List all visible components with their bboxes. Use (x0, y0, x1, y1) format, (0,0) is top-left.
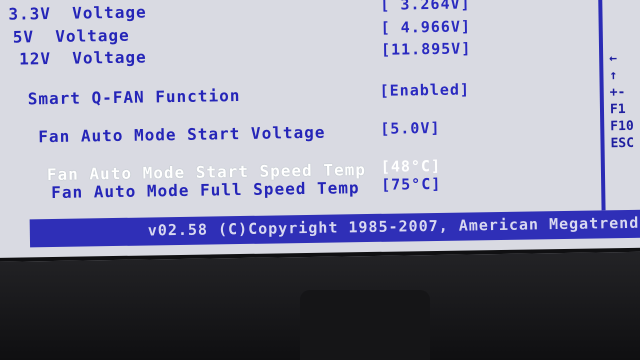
voltage-12v-value: [11.895V] (380, 39, 472, 59)
smart-qfan-label[interactable]: Smart Q-FAN Function (28, 86, 241, 108)
plus-minus-key: +- (609, 84, 626, 101)
voltage-3v3-label: 3.3V Voltage (8, 2, 147, 24)
smart-qfan-value[interactable]: [Enabled] (380, 80, 471, 99)
bios-screen: 3.3V Voltage [ 3.264V] 5V Voltage [ 4.96… (0, 0, 640, 262)
voltage-12v-label: 12V Voltage (18, 47, 147, 69)
voltage-3v3-value: [ 3.264V] (380, 0, 471, 14)
fan-start-voltage-label[interactable]: Fan Auto Mode Start Voltage (38, 123, 325, 147)
voltage-5v-value: [ 4.966V] (380, 17, 472, 37)
fan-full-speed-temp-value[interactable]: [75°C] (381, 175, 441, 194)
esc-key: ESC (610, 135, 635, 152)
fan-full-speed-temp-label[interactable]: Fan Auto Mode Full Speed Temp (51, 178, 360, 202)
help-divider (597, 0, 606, 211)
f1-key: F1 (609, 101, 626, 118)
voltage-5v-label: 5V Voltage (12, 25, 130, 47)
arrow-left-icon: ← (609, 51, 618, 67)
copyright-footer: v02.58 (C)Copyright 1985-2007, American … (29, 209, 640, 248)
monitor-stand (300, 290, 430, 360)
help-panel: ← ↑ +- F1 F10 ESC (609, 50, 634, 152)
f10-key: F10 (610, 118, 634, 135)
fan-start-voltage-value[interactable]: [5.0V] (380, 119, 440, 138)
arrow-up-icon: ↑ (609, 68, 618, 84)
fan-start-speed-temp-value[interactable]: [48°C] (381, 157, 441, 176)
